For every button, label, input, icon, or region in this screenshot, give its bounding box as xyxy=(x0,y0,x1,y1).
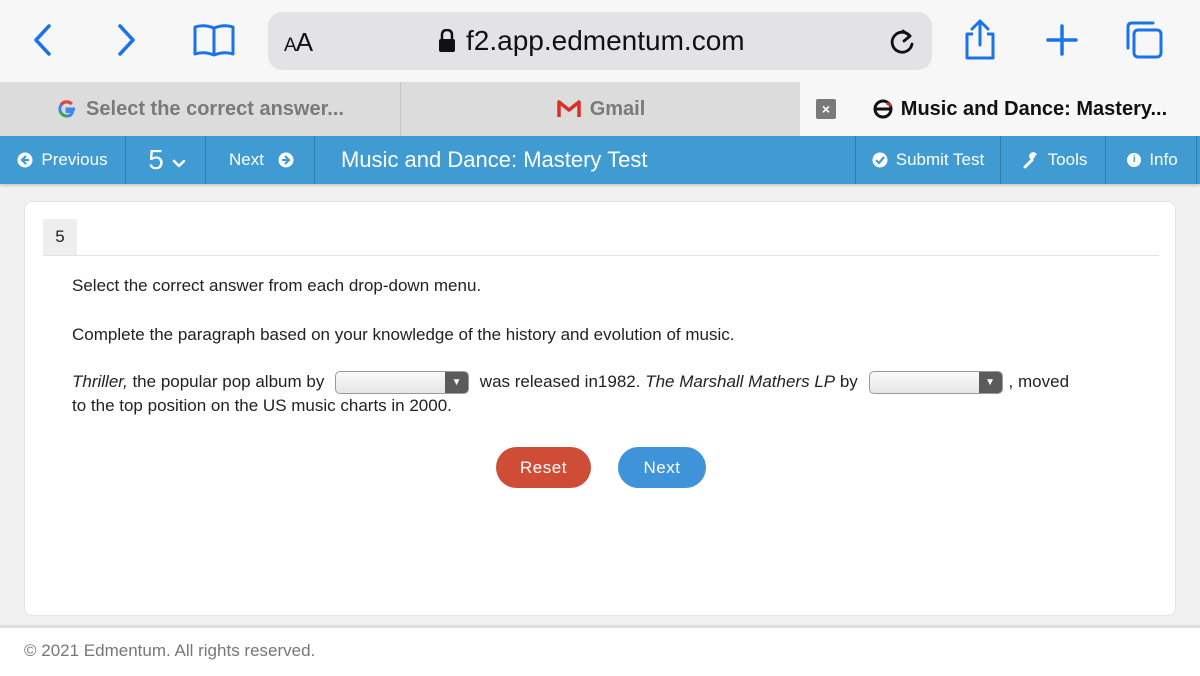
tab-gmail[interactable]: Gmail xyxy=(401,82,800,136)
wrench-icon xyxy=(1023,152,1037,169)
plus-icon xyxy=(1046,24,1078,56)
question-number: 5 xyxy=(43,219,77,255)
question-selector[interactable]: 5 xyxy=(129,136,206,184)
chevron-down-icon xyxy=(172,159,186,168)
tab-label: Music and Dance: Mastery... xyxy=(900,97,1168,120)
tab-edmentum[interactable]: Music and Dance: Mastery... xyxy=(800,82,1200,136)
dropdown-arrow-icon: ▼ xyxy=(978,372,1002,394)
question-sentence: Thriller, the popular pop album by ▼ was… xyxy=(72,370,1132,418)
tools-button[interactable]: Tools xyxy=(1004,136,1106,184)
submit-label: Submit Test xyxy=(895,150,985,169)
sentence-part-2: was released in1982. xyxy=(479,372,641,391)
close-tab-icon[interactable]: × xyxy=(816,99,836,119)
tools-label: Tools xyxy=(1047,150,1088,169)
lock-icon xyxy=(439,29,455,52)
check-circle-icon xyxy=(872,152,888,168)
question-panel: 5 Select the correct answer from each dr… xyxy=(24,201,1176,616)
book-icon xyxy=(193,24,235,57)
submit-test-button[interactable]: Submit Test xyxy=(855,136,1001,184)
bookmarks-button[interactable] xyxy=(192,18,236,62)
next-label: Next xyxy=(229,150,264,169)
sentence-italic-1: Thriller, xyxy=(72,372,128,391)
info-button[interactable]: i Info xyxy=(1109,136,1197,184)
dropdown-arrow-icon: ▼ xyxy=(445,372,469,394)
reload-icon xyxy=(890,29,914,54)
question-selector-value: 5 xyxy=(148,144,164,175)
share-button[interactable] xyxy=(958,18,1002,62)
sentence-part-1: the popular pop album by xyxy=(127,372,325,391)
browser-toolbar: AA f2.app.edmentum.com xyxy=(0,0,1200,82)
url-display[interactable]: f2.app.edmentum.com xyxy=(438,25,745,57)
tab-google[interactable]: Select the correct answer... xyxy=(0,82,400,136)
google-icon xyxy=(58,100,76,118)
arrow-right-circle-icon xyxy=(278,152,294,168)
sentence-line-2: to the top position on the US music char… xyxy=(72,396,452,416)
reload-button[interactable] xyxy=(884,24,920,60)
tab-label: Gmail xyxy=(589,97,646,120)
new-tab-button[interactable] xyxy=(1040,18,1084,62)
tab-strip: Select the correct answer... Gmail Music… xyxy=(0,82,1200,136)
chevron-right-icon xyxy=(118,24,135,56)
divider xyxy=(43,255,1159,256)
tabs-icon xyxy=(1126,21,1163,59)
instruction-text: Select the correct answer from each drop… xyxy=(72,276,482,295)
prompt-text: Complete the paragraph based on your kno… xyxy=(72,325,735,344)
info-icon: i xyxy=(1127,153,1142,167)
gmail-icon xyxy=(556,100,581,117)
copyright-text: © 2021 Edmentum. All rights reserved. xyxy=(24,641,316,660)
next-button[interactable]: Next xyxy=(618,447,706,488)
share-icon xyxy=(965,19,995,60)
address-bar[interactable]: AA f2.app.edmentum.com xyxy=(268,12,932,70)
test-toolbar: Previous 5 Next Music and Dance: Mastery… xyxy=(0,136,1200,184)
next-question-button[interactable]: Next xyxy=(209,136,315,184)
info-label: Info xyxy=(1149,150,1178,169)
previous-label: Previous xyxy=(41,150,108,169)
text-size-button[interactable]: AA xyxy=(284,27,313,58)
previous-button[interactable]: Previous xyxy=(0,136,126,184)
sentence-part-4: , moved xyxy=(1008,372,1070,391)
arrow-left-circle-icon xyxy=(17,152,33,168)
chevron-left-icon xyxy=(34,24,51,56)
back-button[interactable] xyxy=(21,18,65,62)
sentence-part-3: by xyxy=(839,372,858,391)
test-title: Music and Dance: Mastery Test xyxy=(341,147,648,172)
sentence-italic-2: The Marshall Mathers LP xyxy=(645,372,836,391)
reset-button[interactable]: Reset xyxy=(496,447,591,488)
tabs-overview-button[interactable] xyxy=(1122,18,1166,62)
forward-button[interactable] xyxy=(104,18,148,62)
edmentum-icon xyxy=(873,99,893,119)
artist-dropdown-1[interactable]: ▼ xyxy=(335,371,470,395)
artist-dropdown-2[interactable]: ▼ xyxy=(868,371,1003,395)
url-text: f2.app.edmentum.com xyxy=(466,25,745,56)
tab-label: Select the correct answer... xyxy=(86,97,344,120)
